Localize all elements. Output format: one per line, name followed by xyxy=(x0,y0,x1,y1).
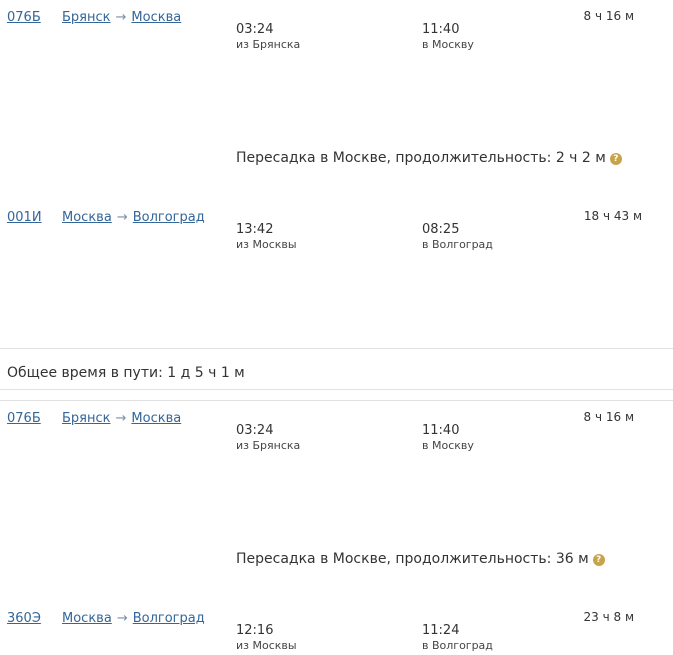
departure-place: из Москвы xyxy=(236,238,297,251)
transfer-info: Пересадка в Москве, продолжительность: 2… xyxy=(236,150,622,166)
departure-place: из Брянска xyxy=(236,38,301,51)
route: Москва → Волгоград xyxy=(62,210,205,225)
travel-duration: 8 ч 16 м xyxy=(583,9,635,23)
station-to-link[interactable]: Москва xyxy=(131,411,181,426)
transfer-text: Пересадка в Москве, продолжительность: 2… xyxy=(236,150,606,166)
route: Брянск → Москва xyxy=(62,10,181,25)
arrival-time: 11:40 xyxy=(422,423,460,438)
arrival-time: 11:24 xyxy=(422,623,460,638)
station-from-link[interactable]: Брянск xyxy=(62,10,111,25)
arrival-place: в Волгоград xyxy=(422,238,493,251)
arrival-place: в Москву xyxy=(422,439,474,452)
divider xyxy=(0,389,673,390)
travel-duration: 18 ч 43 м xyxy=(583,209,642,223)
total-travel-time: Общее время в пути: 1 д 5 ч 1 м xyxy=(7,365,245,381)
train-number-link[interactable]: 001И xyxy=(7,210,42,225)
arrival-time: 11:40 xyxy=(422,22,460,37)
station-from-link[interactable]: Брянск xyxy=(62,411,111,426)
arrow-icon: → xyxy=(116,210,128,225)
departure-place: из Москвы xyxy=(236,639,297,652)
arrow-icon: → xyxy=(115,10,127,25)
train-number-link[interactable]: 076Б xyxy=(7,411,41,426)
station-from-link[interactable]: Москва xyxy=(62,210,112,225)
train-number-link[interactable]: 360Э xyxy=(7,611,41,626)
station-from-link[interactable]: Москва xyxy=(62,611,112,626)
transfer-text: Пересадка в Москве, продолжительность: 3… xyxy=(236,551,589,567)
departure-time: 03:24 xyxy=(236,423,274,438)
travel-duration: 8 ч 16 м xyxy=(583,410,635,424)
arrow-icon: → xyxy=(115,411,127,426)
question-icon[interactable]: ? xyxy=(592,554,605,566)
departure-time: 03:24 xyxy=(236,22,274,37)
departure-time: 12:16 xyxy=(236,623,274,638)
transfer-info: Пересадка в Москве, продолжительность: 3… xyxy=(236,551,605,567)
arrival-time: 08:25 xyxy=(422,222,460,237)
route: Москва → Волгоград xyxy=(62,611,205,626)
arrival-place: в Волгоград xyxy=(422,639,493,652)
departure-place: из Брянска xyxy=(236,439,301,452)
arrow-icon: → xyxy=(116,611,128,626)
station-to-link[interactable]: Волгоград xyxy=(133,611,205,626)
station-to-link[interactable]: Москва xyxy=(131,10,181,25)
station-to-link[interactable]: Волгоград xyxy=(133,210,205,225)
route: Брянск → Москва xyxy=(62,411,181,426)
arrival-place: в Москву xyxy=(422,38,474,51)
departure-time: 13:42 xyxy=(236,222,274,237)
train-number-link[interactable]: 076Б xyxy=(7,10,41,25)
travel-duration: 23 ч 8 м xyxy=(583,610,635,624)
divider xyxy=(0,348,673,349)
divider xyxy=(0,400,673,401)
question-icon[interactable]: ? xyxy=(609,153,622,165)
